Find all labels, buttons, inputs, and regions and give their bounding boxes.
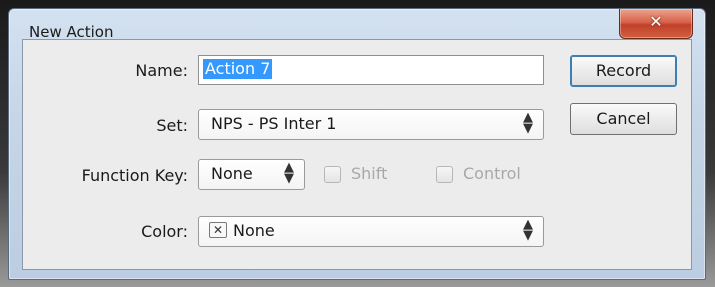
cancel-button[interactable]: Cancel [570, 103, 677, 135]
no-color-swatch-icon: ✕ [209, 222, 227, 238]
updown-icon: ▲ ▼ [523, 217, 533, 243]
set-select-value: NPS - PS Inter 1 [211, 114, 337, 133]
name-label: Name: [135, 61, 188, 80]
color-select-value: None [233, 221, 275, 240]
new-action-dialog: New Action ✕ Name: Action 7 Set: NPS - P… [8, 8, 706, 280]
dialog-body: Name: Action 7 Set: NPS - PS Inter 1 ▲ ▼ … [22, 39, 692, 270]
color-select[interactable]: ✕ None ▲ ▼ [198, 216, 544, 247]
function-key-select[interactable]: None ▲ ▼ [198, 159, 305, 190]
set-label: Set: [156, 116, 188, 135]
name-input-value: Action 7 [203, 59, 273, 79]
function-key-label: Function Key: [81, 166, 188, 185]
record-button[interactable]: Record [570, 55, 677, 87]
control-checkbox[interactable] [436, 166, 453, 183]
close-icon: ✕ [649, 12, 663, 31]
updown-icon: ▲ ▼ [284, 160, 294, 186]
shift-label: Shift [351, 164, 388, 183]
record-button-label: Record [595, 61, 652, 80]
close-button[interactable]: ✕ [619, 9, 693, 39]
function-key-select-value: None [211, 164, 253, 183]
updown-icon: ▲ ▼ [523, 110, 533, 136]
shift-checkbox[interactable] [324, 166, 341, 183]
set-select[interactable]: NPS - PS Inter 1 ▲ ▼ [198, 109, 544, 140]
cancel-button-label: Cancel [596, 109, 651, 128]
control-label: Control [463, 164, 521, 183]
color-label: Color: [141, 222, 188, 241]
name-input[interactable]: Action 7 [198, 55, 544, 85]
